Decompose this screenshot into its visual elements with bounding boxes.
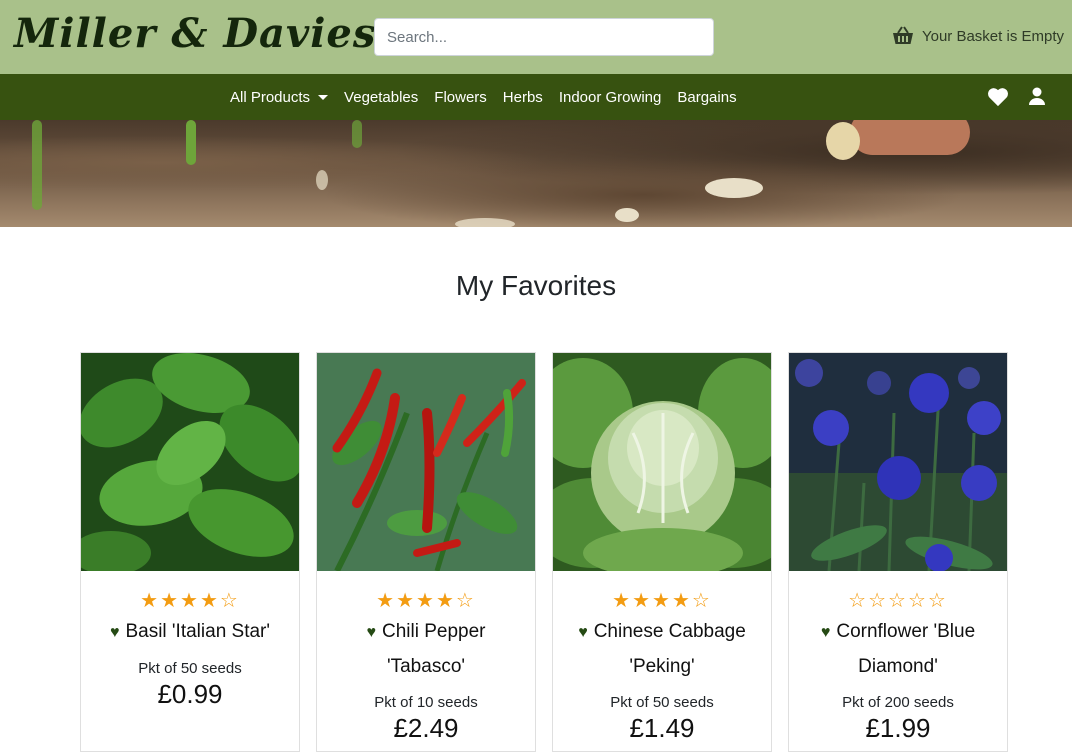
site-logo[interactable]: Miller & Davies: [14, 10, 376, 57]
product-image-basil[interactable]: [81, 353, 299, 571]
nav-flowers[interactable]: Flowers: [434, 89, 487, 106]
nav-all-products-label: All Products: [230, 88, 311, 106]
product-card[interactable]: ★★★★☆ ♥ Chili Pepper 'Tabasco' Pkt of 10 …: [316, 352, 536, 752]
nav-all-products[interactable]: All Products: [230, 88, 329, 106]
page-title: My Favorites: [455, 270, 617, 301]
product-card[interactable]: ★★★★☆ ♥ Chinese Cabbage 'Peking' Pkt of 5…: [552, 352, 772, 752]
rating-stars: ★★★★☆: [140, 588, 240, 612]
favorite-heart-icon[interactable]: ♥: [367, 624, 377, 641]
basket-icon: [892, 26, 913, 44]
product-name[interactable]: ♥ Chili Pepper 'Tabasco': [317, 615, 535, 684]
user-icon[interactable]: [1028, 87, 1046, 107]
rating-stars: ★★★★☆: [612, 588, 712, 612]
favorite-heart-icon[interactable]: ♥: [110, 624, 120, 641]
product-price: £2.49: [393, 713, 459, 743]
product-image-cornflower[interactable]: [789, 353, 1007, 571]
pack-size: Pkt of 200 seeds: [842, 694, 954, 711]
product-price: £1.49: [629, 713, 695, 743]
favorite-heart-icon[interactable]: ♥: [578, 624, 588, 641]
product-name[interactable]: ♥ Cornflower 'Blue Diamond': [789, 615, 1007, 684]
product-card[interactable]: ★★★★☆ ♥ Basil 'Italian Star' Pkt of 50 se…: [80, 352, 300, 752]
pack-size: Pkt of 50 seeds: [610, 694, 714, 711]
caret-down-icon: [318, 94, 329, 100]
product-price: £1.99: [865, 713, 931, 743]
nav-herbs[interactable]: Herbs: [503, 89, 543, 106]
nav-vegetables[interactable]: Vegetables: [344, 89, 418, 106]
basket-link[interactable]: Your Basket is Empty: [892, 26, 1064, 46]
rating-stars: ★★★★☆: [376, 588, 476, 612]
top-header: Miller & Davies Your Basket is Empty: [0, 0, 1072, 74]
basket-label: Your Basket is Empty: [921, 27, 1064, 45]
hero-banner-image: [0, 120, 1072, 227]
search-input[interactable]: [374, 18, 714, 56]
product-name[interactable]: ♥ Basil 'Italian Star': [81, 615, 299, 650]
main-nav: All Products Vegetables Flowers Herbs In…: [0, 74, 1072, 120]
rating-stars: ☆☆☆☆☆: [848, 588, 948, 612]
product-card[interactable]: ☆☆☆☆☆ ♥ Cornflower 'Blue Diamond' Pkt of …: [788, 352, 1008, 752]
product-image-chili[interactable]: [317, 353, 535, 571]
product-price: £0.99: [157, 679, 223, 709]
heart-icon[interactable]: [987, 87, 1009, 107]
nav-bargains[interactable]: Bargains: [677, 89, 736, 106]
product-image-cabbage[interactable]: [553, 353, 771, 571]
pack-size: Pkt of 50 seeds: [138, 660, 242, 677]
favorite-heart-icon[interactable]: ♥: [821, 624, 831, 641]
nav-indoor-growing[interactable]: Indoor Growing: [559, 89, 662, 106]
product-name[interactable]: ♥ Chinese Cabbage 'Peking': [553, 615, 771, 684]
pack-size: Pkt of 10 seeds: [374, 694, 478, 711]
